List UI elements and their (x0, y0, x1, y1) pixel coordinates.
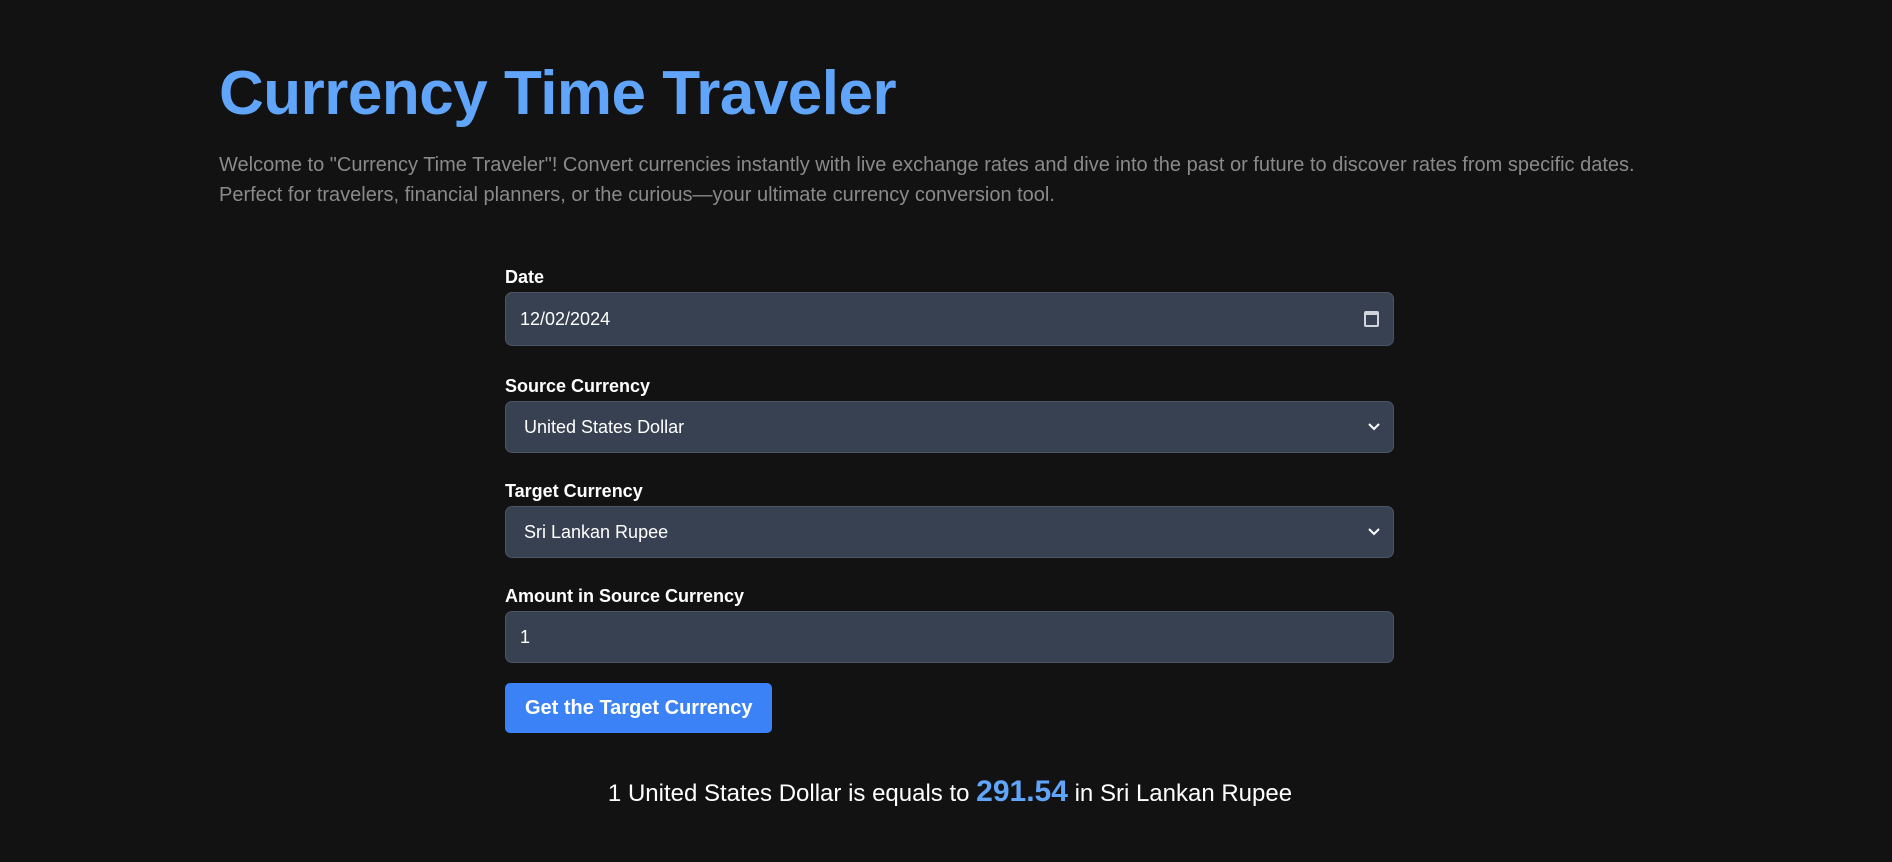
target-currency-select[interactable]: Sri Lankan Rupee (505, 506, 1394, 558)
target-currency-value: Sri Lankan Rupee (524, 521, 669, 542)
amount-value: 1 (520, 626, 531, 647)
result-rate: 291.54 (976, 775, 1068, 808)
page-title: Currency Time Traveler (219, 59, 897, 128)
page: Currency Time Traveler Welcome to "Curre… (0, 0, 1892, 862)
amount-input[interactable]: 1 (505, 611, 1394, 663)
result-amount: 1 (607, 780, 622, 807)
converter-form: Date 12/02/2024 Source Currency United S… (505, 262, 1394, 733)
chevron-down-icon (1367, 420, 1381, 434)
result-source-currency: United States Dollar (627, 780, 842, 807)
intro-text: Welcome to "Currency Time Traveler"! Con… (219, 154, 1635, 206)
date-value: 12/02/2024 (520, 308, 611, 329)
result-preposition: in (1074, 780, 1094, 807)
source-currency-label: Source Currency (505, 376, 651, 396)
date-label: Date (505, 267, 545, 287)
get-target-currency-button[interactable]: Get the Target Currency (505, 683, 773, 733)
source-currency-select[interactable]: United States Dollar (505, 401, 1394, 453)
result-target-currency: Sri Lankan Rupee (1099, 780, 1293, 807)
chevron-down-icon (1367, 525, 1381, 539)
source-currency-value: United States Dollar (524, 416, 685, 437)
date-input[interactable]: 12/02/2024 (505, 292, 1394, 346)
target-currency-label: Target Currency (505, 481, 643, 501)
result-connector: is equals to (848, 780, 970, 807)
calendar-icon[interactable] (1364, 311, 1379, 327)
amount-label: Amount in Source Currency (505, 586, 745, 606)
conversion-result: 1 United States Dollar is equals to 291.… (0, 770, 1892, 816)
